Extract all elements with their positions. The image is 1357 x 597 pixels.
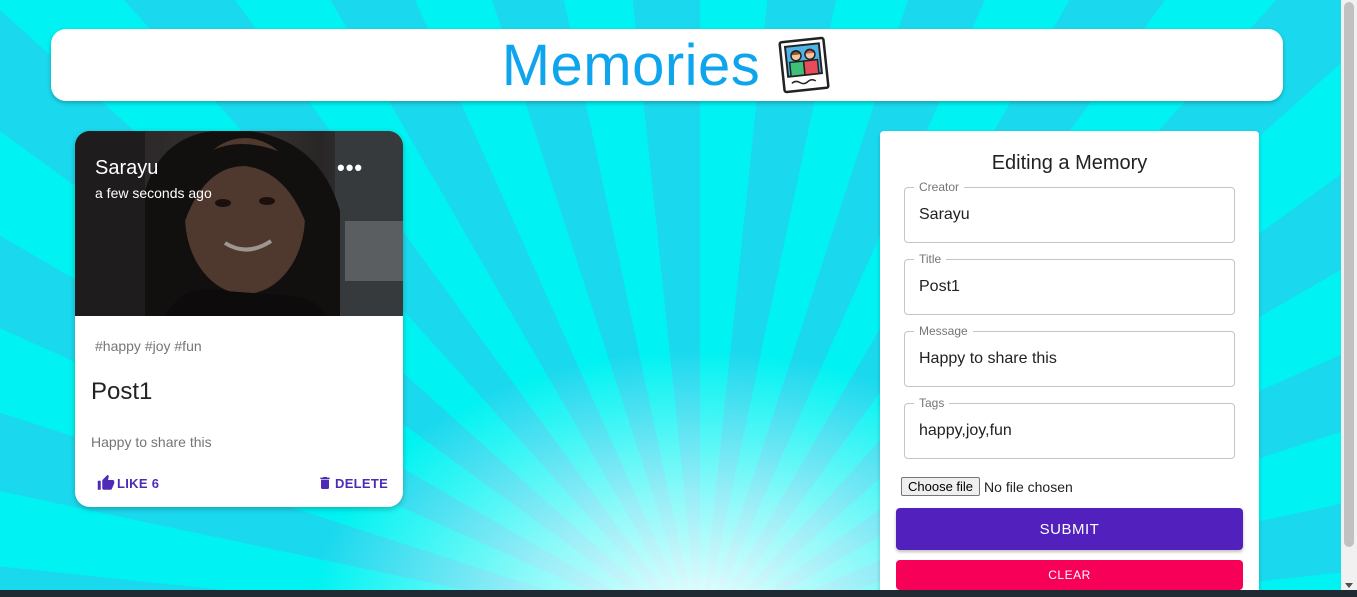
creator-label: Creator	[914, 180, 965, 194]
delete-button[interactable]: DELETE	[317, 474, 388, 492]
post-timestamp: a few seconds ago	[95, 185, 212, 201]
post-tags: #happy #joy #fun	[95, 338, 202, 354]
message-field[interactable]: Message Happy to share this	[904, 324, 1235, 387]
post-creator: Sarayu	[95, 157, 159, 179]
memory-card: Sarayu a few seconds ago ••• #happy #joy…	[75, 131, 403, 507]
post-title: Post1	[91, 378, 153, 405]
like-label: LIKE 6	[117, 475, 160, 491]
file-status: No file chosen	[984, 478, 1073, 495]
clear-button[interactable]: CLEAR	[896, 560, 1243, 590]
post-message: Happy to share this	[91, 434, 212, 450]
submit-button[interactable]: SUBMIT	[896, 508, 1243, 550]
tags-field[interactable]: Tags happy,joy,fun	[904, 396, 1235, 459]
app-header: Memories	[51, 29, 1283, 101]
page-scrollbar[interactable]	[1341, 0, 1357, 590]
tags-label: Tags	[914, 396, 950, 410]
more-horizontal-icon[interactable]: •••	[337, 155, 363, 181]
message-label: Message	[914, 324, 973, 338]
memory-form: Editing a Memory Creator Sarayu Title Po…	[880, 131, 1259, 597]
title-label: Title	[914, 252, 947, 266]
photo-memories-icon	[778, 36, 830, 94]
title-field[interactable]: Title Post1	[904, 252, 1235, 315]
thumb-up-icon	[97, 474, 115, 490]
creator-value: Sarayu	[919, 206, 970, 223]
file-input: Choose file No file chosen	[901, 477, 1073, 496]
title-value: Post1	[919, 278, 960, 295]
creator-field[interactable]: Creator Sarayu	[904, 180, 1235, 243]
app-title: Memories	[501, 32, 761, 98]
form-heading: Editing a Memory	[991, 152, 1148, 174]
scrollbar-thumb[interactable]	[1344, 2, 1354, 547]
tags-value: happy,joy,fun	[919, 422, 1012, 439]
delete-label: DELETE	[335, 475, 389, 491]
scroll-down-arrow-icon[interactable]	[1345, 583, 1353, 588]
trash-icon	[320, 477, 330, 489]
os-taskbar	[0, 590, 1357, 597]
message-value: Happy to share this	[919, 350, 1057, 367]
choose-file-button[interactable]: Choose file	[901, 477, 981, 496]
like-button[interactable]: LIKE 6	[97, 474, 159, 492]
